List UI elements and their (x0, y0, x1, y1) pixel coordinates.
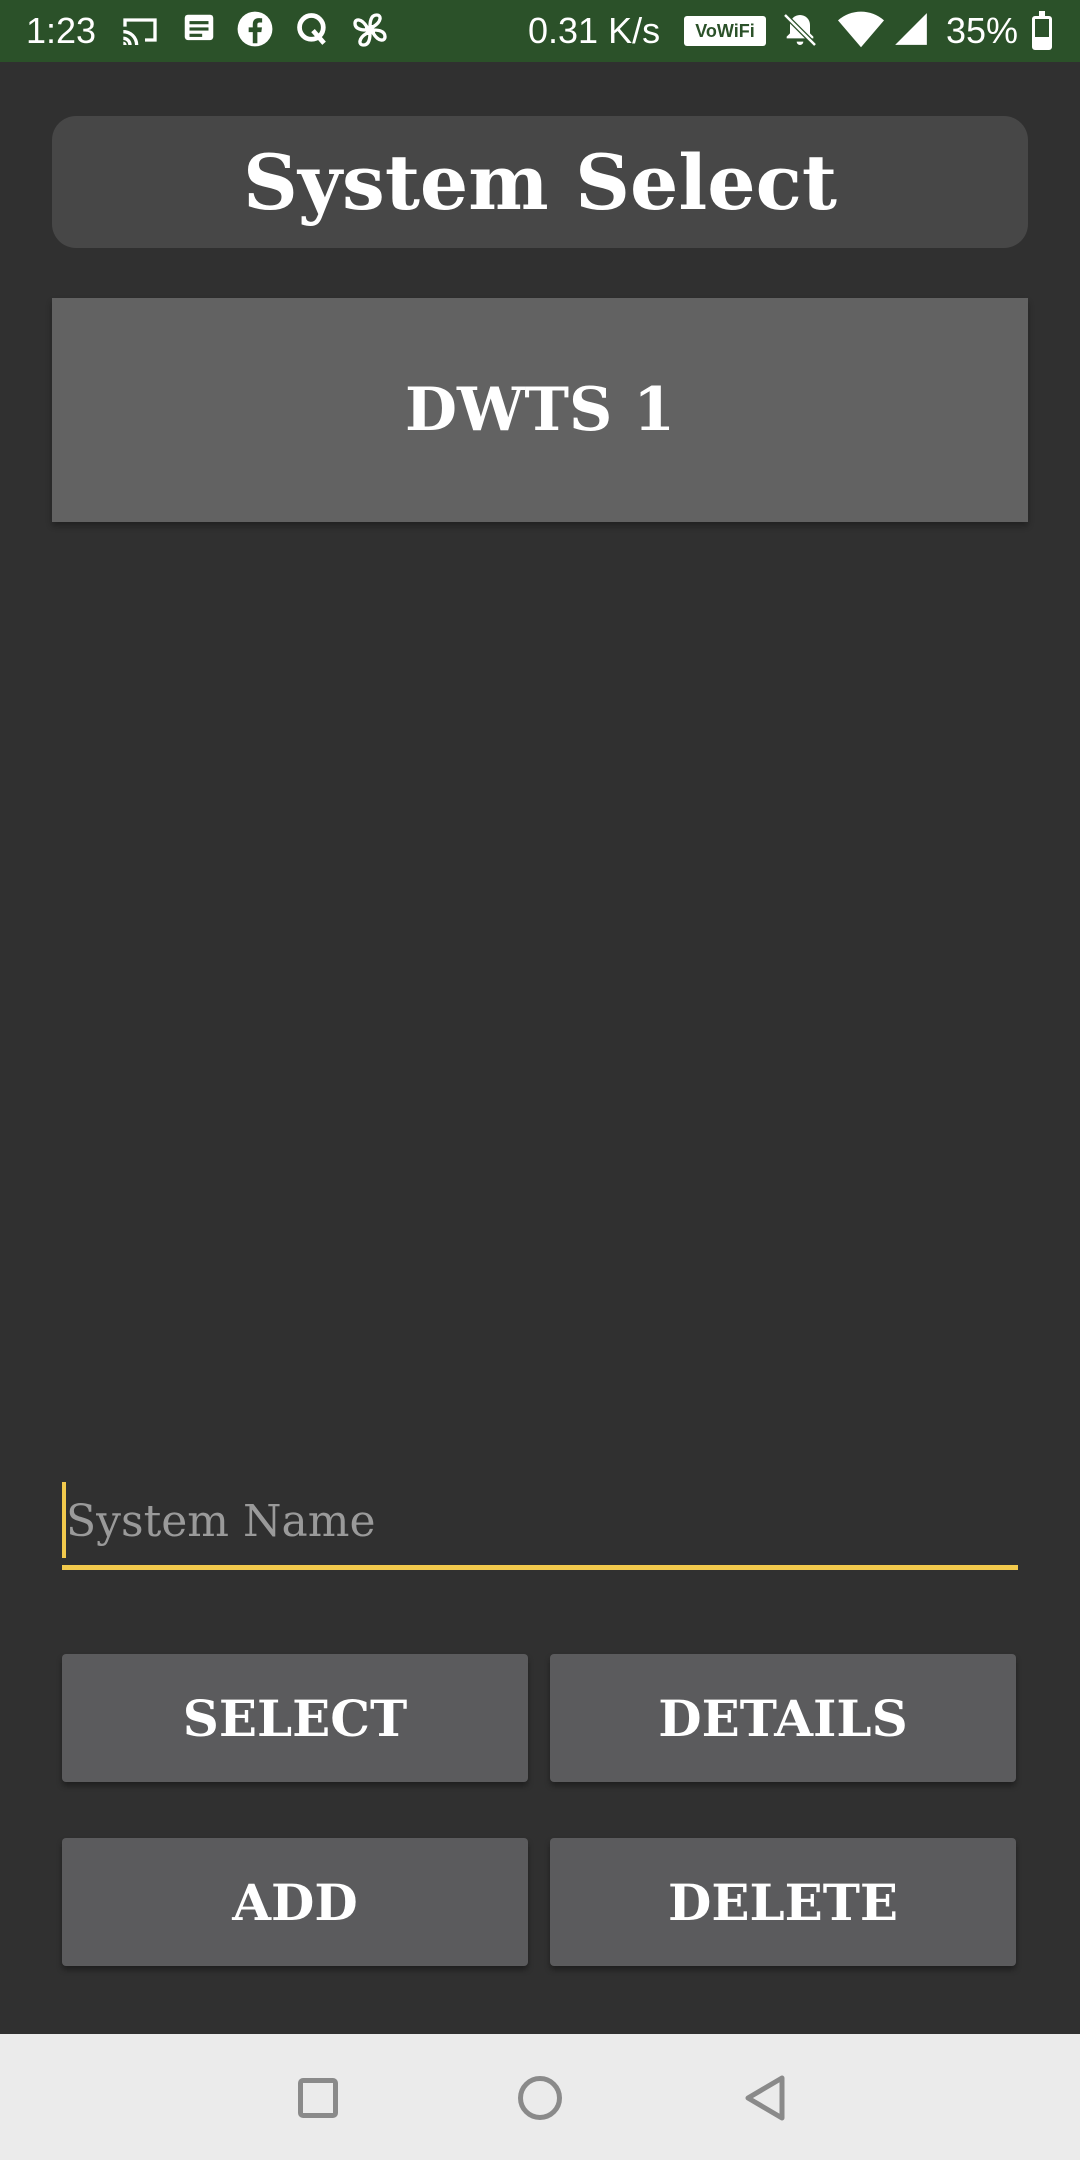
status-time: 1:23 (26, 10, 97, 51)
message-icon (180, 10, 218, 57)
details-button[interactable]: DETAILS (550, 1654, 1016, 1782)
battery-percent: 35% (946, 10, 1019, 51)
facebook-icon (236, 10, 274, 57)
back-icon[interactable] (740, 2072, 790, 2128)
quora-icon (294, 10, 332, 57)
page-title: System Select (242, 137, 837, 227)
battery-icon (1032, 11, 1052, 50)
navigation-bar (0, 2034, 1080, 2160)
system-list: DWTS 1 (52, 298, 1028, 522)
text-cursor (62, 1482, 66, 1558)
select-button[interactable]: SELECT (62, 1654, 528, 1782)
list-item[interactable]: DWTS 1 (52, 298, 1028, 522)
add-button[interactable]: ADD (62, 1838, 528, 1966)
mute-icon (780, 10, 820, 59)
cast-icon (120, 10, 160, 59)
home-icon[interactable] (518, 2076, 562, 2120)
system-name-field (62, 1478, 1018, 1570)
vowifi-badge: VoWiFi (684, 16, 766, 46)
wifi-icon (838, 10, 884, 59)
network-speed: 0.31 K/s (528, 10, 661, 51)
recent-apps-icon[interactable] (298, 2078, 338, 2118)
signal-icon (892, 10, 930, 57)
header: System Select (52, 116, 1028, 248)
status-bar: 1:23 0.31 K/s VoWiFi 35% (0, 0, 1080, 62)
system-name-input[interactable] (62, 1478, 1018, 1565)
battery-fill (1035, 37, 1049, 47)
system-item-label: DWTS 1 (404, 375, 676, 445)
delete-button[interactable]: DELETE (550, 1838, 1016, 1966)
fan-icon (350, 10, 390, 59)
